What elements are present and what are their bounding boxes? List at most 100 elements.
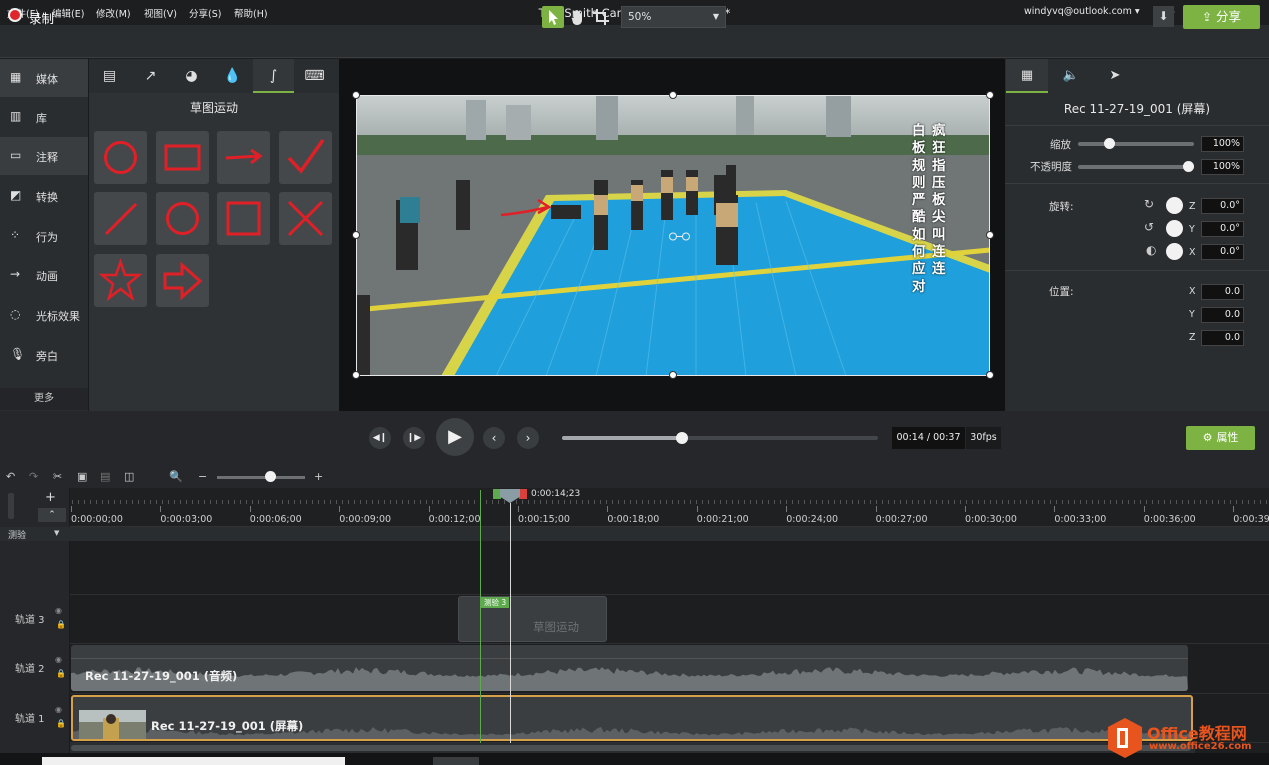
- keyboard-icon[interactable]: ⌨: [294, 59, 335, 93]
- opacity-slider-thumb[interactable]: [1183, 161, 1194, 172]
- sidebar-item-annotations[interactable]: ▭ 注释: [0, 137, 88, 175]
- ruler-minor-tick: [468, 500, 469, 504]
- sidebar-item-animations[interactable]: → 动画: [0, 256, 88, 294]
- rotate-handle-icon[interactable]: [668, 231, 692, 241]
- quiz-marker-label[interactable]: 测验: [8, 528, 26, 541]
- zoom-level-select[interactable]: 50% ▼: [621, 6, 726, 28]
- blur-icon[interactable]: 💧: [212, 59, 253, 93]
- resize-handle[interactable]: [986, 371, 994, 379]
- properties-button[interactable]: ⚙ 属性: [1186, 426, 1255, 450]
- resize-handle[interactable]: [669, 371, 677, 379]
- scale-slider-track[interactable]: [1078, 142, 1194, 146]
- rotation-x-dial[interactable]: [1166, 243, 1183, 260]
- record-button[interactable]: 录制: [29, 8, 54, 27]
- add-track-icon[interactable]: +: [45, 490, 56, 505]
- rotation-x-field[interactable]: 0.0°: [1201, 244, 1244, 260]
- eye-icon[interactable]: ◉: [55, 705, 62, 714]
- redo-icon[interactable]: ↷: [29, 470, 38, 483]
- eye-icon[interactable]: ◉: [55, 606, 62, 615]
- account-menu[interactable]: windyvq@outlook.com ▾: [1024, 6, 1140, 17]
- lock-icon[interactable]: 🔒: [56, 669, 66, 678]
- ruler-minor-tick: [1176, 500, 1177, 504]
- sidebar-item-media[interactable]: ▦ 媒体: [0, 59, 88, 97]
- track-height-slider[interactable]: [8, 493, 14, 519]
- shape-icon[interactable]: ◕: [171, 59, 212, 93]
- step-back-icon[interactable]: ◀❙: [369, 427, 391, 449]
- resize-handle[interactable]: [986, 91, 994, 99]
- resize-handle[interactable]: [986, 231, 994, 239]
- sketch-circle[interactable]: [94, 131, 147, 184]
- taskbar-item[interactable]: [433, 757, 479, 765]
- eye-icon[interactable]: ◉: [55, 655, 62, 664]
- paste-icon[interactable]: ▤: [100, 470, 110, 483]
- sketch-block-arrow[interactable]: [156, 254, 209, 307]
- sketch-checkmark[interactable]: [279, 131, 332, 184]
- zoom-out-icon[interactable]: −: [198, 470, 207, 483]
- share-button[interactable]: ⇪ 分享: [1183, 5, 1260, 29]
- previous-frame-icon[interactable]: ‹: [483, 427, 505, 449]
- position-z-field[interactable]: 0.0: [1201, 330, 1244, 346]
- sidebar-item-library[interactable]: ▥ 库: [0, 98, 88, 136]
- rotation-z-field[interactable]: 0.0°: [1201, 198, 1244, 214]
- pan-tool-icon[interactable]: [567, 6, 589, 28]
- audio-clip[interactable]: Rec 11-27-19_001 (音频): [71, 645, 1188, 691]
- split-icon[interactable]: ◫: [124, 470, 134, 483]
- sidebar-item-behaviors[interactable]: ⁘ 行为: [0, 217, 88, 255]
- timeline-scrollbar-thumb[interactable]: [71, 745, 1191, 751]
- resize-handle[interactable]: [669, 91, 677, 99]
- copy-icon[interactable]: ▣: [77, 470, 87, 483]
- lock-icon[interactable]: 🔒: [56, 719, 66, 728]
- cut-icon[interactable]: ✂: [53, 470, 62, 483]
- rotation-y-dial[interactable]: [1166, 220, 1183, 237]
- visual-properties-icon[interactable]: ▦: [1006, 59, 1048, 93]
- timeline-zoom-track[interactable]: [217, 476, 305, 479]
- sketch-arrow[interactable]: [217, 131, 270, 184]
- sketch-line[interactable]: [94, 192, 147, 245]
- scale-value-field[interactable]: 100%: [1201, 136, 1244, 152]
- zoom-in-icon[interactable]: +: [314, 470, 323, 483]
- quiz-badge[interactable]: 测验 3: [481, 597, 510, 608]
- sidebar-item-voice-narration[interactable]: 🎙 旁白: [0, 336, 88, 374]
- audio-icon[interactable]: 🔈: [1050, 59, 1092, 93]
- taskbar-item[interactable]: [42, 757, 345, 765]
- rotation-y-field[interactable]: 0.0°: [1201, 221, 1244, 237]
- in-point-handle[interactable]: [493, 489, 501, 499]
- screen-recording-clip[interactable]: Rec 11-27-19_001 (屏幕): [71, 695, 1193, 741]
- sketch-square[interactable]: [217, 192, 270, 245]
- download-icon[interactable]: ⬇: [1153, 6, 1174, 27]
- next-frame-icon[interactable]: ›: [517, 427, 539, 449]
- cursor-icon[interactable]: ➤: [1094, 59, 1136, 93]
- arrow-icon[interactable]: ↗: [130, 59, 171, 93]
- position-x-field[interactable]: 0.0: [1201, 284, 1244, 300]
- sidebar-item-cursor-effects[interactable]: ◌ 光标效果: [0, 296, 88, 334]
- more-button[interactable]: 更多: [0, 388, 88, 410]
- sketch-rectangle[interactable]: [156, 131, 209, 184]
- record-icon[interactable]: [8, 8, 22, 22]
- sketch-star[interactable]: [94, 254, 147, 307]
- undo-icon[interactable]: ↶: [6, 470, 15, 483]
- chevron-down-icon[interactable]: ▼: [54, 529, 59, 537]
- opacity-slider-track[interactable]: [1078, 165, 1194, 169]
- sketch-ellipse[interactable]: [156, 192, 209, 245]
- sketch-x[interactable]: [279, 192, 332, 245]
- sketch-motion-icon[interactable]: ∫: [253, 59, 294, 93]
- resize-handle[interactable]: [352, 231, 360, 239]
- timeline-zoom-thumb[interactable]: [265, 471, 276, 482]
- callout-icon[interactable]: ▤: [89, 59, 130, 93]
- opacity-value-field[interactable]: 100%: [1201, 159, 1244, 175]
- play-icon[interactable]: ▶: [436, 418, 474, 456]
- position-y-field[interactable]: 0.0: [1201, 307, 1244, 323]
- ruler-minor-tick: [828, 500, 829, 504]
- resize-handle[interactable]: [352, 371, 360, 379]
- scrub-thumb[interactable]: [676, 432, 689, 444]
- lock-icon[interactable]: 🔒: [56, 620, 66, 629]
- out-point-handle[interactable]: [519, 489, 527, 499]
- select-tool-icon[interactable]: [542, 6, 564, 28]
- resize-handle[interactable]: [352, 91, 360, 99]
- sidebar-item-transitions[interactable]: ◩ 转换: [0, 177, 88, 215]
- collapse-icon[interactable]: ⌃: [38, 508, 66, 522]
- crop-tool-icon[interactable]: [590, 6, 612, 28]
- track-3-row[interactable]: [70, 595, 1269, 644]
- rotation-z-dial[interactable]: [1166, 197, 1183, 214]
- step-forward-icon[interactable]: ❙▶: [403, 427, 425, 449]
